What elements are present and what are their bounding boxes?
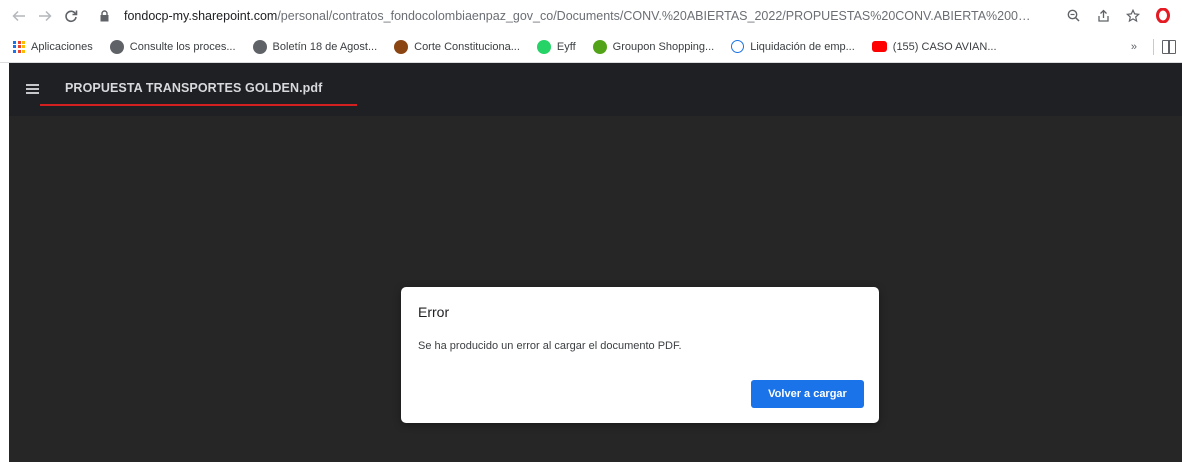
bookmark-item[interactable]: Boletín 18 de Agost... — [252, 39, 378, 54]
reading-list-icon[interactable] — [1162, 39, 1176, 54]
bookmark-item[interactable]: Consulte los proces... — [109, 39, 236, 54]
url-bar[interactable]: fondocp-my.sharepoint.com/personal/contr… — [100, 4, 1090, 27]
bookmark-label: (155) CASO AVIAN... — [892, 40, 997, 53]
globe-icon — [109, 39, 124, 54]
bookmarks-bar-right: » — [1131, 31, 1182, 62]
bookmark-label: Boletín 18 de Agost... — [272, 40, 378, 53]
bookmark-item[interactable]: Corte Constituciona... — [394, 39, 520, 54]
court-icon — [394, 39, 409, 54]
bookmark-label: Liquidación de emp... — [750, 40, 855, 53]
toolbar-actions — [1058, 4, 1182, 27]
viewer-toolbar: PROPUESTA TRANSPORTES GOLDEN.pdf — [9, 63, 1182, 116]
dialog-message: Se ha producido un error al cargar el do… — [418, 340, 682, 352]
url-host: fondocp-my.sharepoint.com — [124, 8, 278, 23]
chat-icon — [536, 39, 551, 54]
error-dialog: Error Se ha producido un error al cargar… — [401, 287, 879, 423]
divider — [1153, 38, 1154, 55]
bookmark-item[interactable]: Liquidación de emp... — [731, 40, 855, 53]
reload-icon[interactable] — [58, 3, 84, 29]
youtube-icon — [871, 41, 887, 52]
star-icon[interactable] — [1118, 4, 1148, 27]
dialog-title: Error — [418, 304, 450, 320]
browser-window: fondocp-my.sharepoint.com/personal/contr… — [0, 0, 1182, 462]
share-icon[interactable] — [1088, 4, 1118, 27]
back-arrow-icon[interactable] — [6, 3, 32, 29]
bookmark-label: Consulte los proces... — [129, 40, 236, 53]
reload-button[interactable]: Volver a cargar — [751, 380, 864, 408]
bookmark-apps[interactable]: Aplicaciones — [0, 40, 93, 53]
bookmark-label: Eyff — [556, 40, 576, 53]
bookmark-item[interactable]: Eyff — [536, 39, 576, 54]
groupon-icon — [592, 39, 607, 54]
bookmark-label: Groupon Shopping... — [612, 40, 715, 53]
at-icon — [731, 40, 745, 53]
forward-arrow-icon[interactable] — [32, 3, 58, 29]
url-path: /personal/contratos_fondocolombiaenpaz_g… — [277, 8, 1031, 23]
more-bookmarks-button[interactable]: » — [1131, 41, 1137, 53]
lock-icon[interactable] — [100, 9, 114, 22]
hamburger-menu-icon[interactable] — [26, 84, 39, 94]
zoom-icon[interactable] — [1058, 4, 1088, 27]
bookmarks-bar: Aplicaciones Consulte los proces... Bole… — [0, 31, 1182, 63]
bookmark-item[interactable]: Groupon Shopping... — [592, 39, 715, 54]
bookmark-label: Corte Constituciona... — [414, 40, 520, 53]
bookmark-item[interactable]: (155) CASO AVIAN... — [871, 40, 997, 53]
bookmark-label: Aplicaciones — [31, 40, 93, 53]
document-title: PROPUESTA TRANSPORTES GOLDEN.pdf — [65, 81, 323, 95]
globe-icon — [252, 39, 267, 54]
address-bar-row: fondocp-my.sharepoint.com/personal/contr… — [0, 0, 1182, 31]
opera-icon[interactable] — [1148, 4, 1178, 27]
title-underline — [40, 104, 357, 106]
pdf-viewer: PROPUESTA TRANSPORTES GOLDEN.pdf Error S… — [9, 63, 1182, 462]
apps-grid-icon — [13, 40, 25, 53]
